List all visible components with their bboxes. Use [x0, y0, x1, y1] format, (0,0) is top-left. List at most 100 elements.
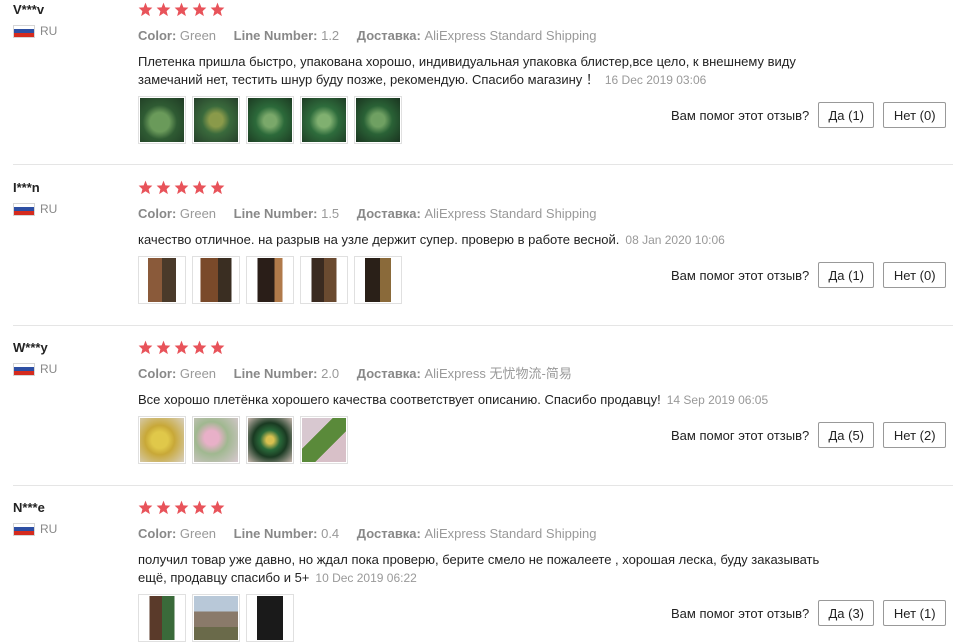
review-photo[interactable]	[300, 416, 348, 464]
reviewer-country: RU	[13, 202, 123, 216]
color-value: Green	[179, 206, 217, 221]
shipping-value: AliExpress Standard Shipping	[424, 28, 597, 43]
helpful-no-button[interactable]: Нет (0)	[883, 262, 947, 288]
review-photos	[138, 256, 402, 304]
helpful-question: Вам помог этот отзыв?	[671, 427, 810, 443]
product-attributes: Color: Green Line Number: 2.0 Доставка: …	[138, 366, 838, 382]
line-number-value: 0.4	[321, 526, 340, 541]
product-attributes: Color: Green Line Number: 0.4 Доставка: …	[138, 526, 838, 542]
star-icon	[210, 2, 225, 17]
review-photo[interactable]	[138, 594, 186, 642]
helpful-vote: Вам помог этот отзыв? Да (5) Нет (2)	[671, 422, 947, 448]
color-label: Color:	[138, 526, 177, 541]
helpful-yes-button[interactable]: Да (3)	[818, 600, 875, 626]
review-photo[interactable]	[138, 96, 186, 144]
russia-flag-icon	[13, 202, 35, 216]
color-label: Color:	[138, 206, 177, 221]
star-icon	[138, 340, 153, 355]
shipping-value: AliExpress Standard Shipping	[424, 526, 597, 541]
star-icon	[156, 500, 171, 515]
shipping-value: AliExpress 无忧物流-简易	[424, 366, 572, 381]
product-attributes: Color: Green Line Number: 1.2 Доставка: …	[138, 28, 838, 44]
review-text: Все хорошо плетёнка хорошего качества со…	[138, 391, 828, 409]
review-photo[interactable]	[192, 96, 240, 144]
star-icon	[138, 500, 153, 515]
star-icon	[192, 180, 207, 195]
russia-flag-icon	[13, 362, 35, 376]
review-divider	[13, 485, 953, 486]
star-icon	[192, 2, 207, 17]
color-value: Green	[179, 28, 217, 43]
star-icon	[210, 340, 225, 355]
reviewer-name: V***v	[13, 2, 45, 17]
review-body: получил товар уже давно, но ждал пока пр…	[138, 552, 820, 585]
color-value: Green	[179, 526, 217, 541]
reviewer-info: V***v RU	[13, 2, 123, 38]
review-date: 16 Dec 2019 03:06	[604, 73, 707, 87]
reviewer-name: I***n	[13, 180, 40, 195]
review-photo[interactable]	[246, 96, 294, 144]
shipping-label: Доставка:	[356, 28, 421, 43]
review-date: 14 Sep 2019 06:05	[666, 393, 769, 407]
country-code: RU	[40, 202, 58, 216]
line-number-label: Line Number:	[233, 526, 318, 541]
reviewer-country: RU	[13, 522, 123, 536]
line-number-value: 1.2	[321, 28, 340, 43]
star-icon	[192, 500, 207, 515]
review-photo[interactable]	[192, 416, 240, 464]
line-number-value: 2.0	[321, 366, 340, 381]
helpful-yes-button[interactable]: Да (5)	[818, 422, 875, 448]
russia-flag-icon	[13, 522, 35, 536]
color-value: Green	[179, 366, 217, 381]
star-icon	[156, 340, 171, 355]
helpful-question: Вам помог этот отзыв?	[671, 267, 810, 283]
review-divider	[13, 164, 953, 165]
helpful-vote: Вам помог этот отзыв? Да (1) Нет (0)	[671, 262, 947, 288]
color-label: Color:	[138, 28, 177, 43]
review-content: Color: Green Line Number: 1.5 Доставка: …	[138, 180, 838, 249]
russia-flag-icon	[13, 24, 35, 38]
review-photo[interactable]	[300, 96, 348, 144]
reviewer-country: RU	[13, 24, 123, 38]
review-body: Все хорошо плетёнка хорошего качества со…	[138, 392, 661, 407]
shipping-value: AliExpress Standard Shipping	[424, 206, 597, 221]
line-number-value: 1.5	[321, 206, 340, 221]
star-icon	[138, 2, 153, 17]
star-icon	[138, 180, 153, 195]
star-icon	[156, 2, 171, 17]
review-photo[interactable]	[246, 416, 294, 464]
country-code: RU	[40, 24, 58, 38]
star-icon	[156, 180, 171, 195]
review-text: Плетенка пришла быстро, упакована хорошо…	[138, 53, 828, 89]
review-photo[interactable]	[192, 256, 240, 304]
line-number-label: Line Number:	[233, 206, 318, 221]
helpful-question: Вам помог этот отзыв?	[671, 107, 810, 123]
review-date: 08 Jan 2020 10:06	[625, 233, 725, 247]
review-photo[interactable]	[138, 256, 186, 304]
star-rating	[138, 180, 838, 196]
review-photos	[138, 594, 294, 642]
review-photo[interactable]	[300, 256, 348, 304]
helpful-no-button[interactable]: Нет (2)	[883, 422, 947, 448]
star-icon	[174, 500, 189, 515]
helpful-no-button[interactable]: Нет (0)	[883, 102, 947, 128]
review-photo[interactable]	[246, 594, 294, 642]
helpful-yes-button[interactable]: Да (1)	[818, 102, 875, 128]
reviewer-info: I***n RU	[13, 180, 123, 216]
star-icon	[174, 2, 189, 17]
review-date: 10 Dec 2019 06:22	[315, 571, 417, 585]
helpful-question: Вам помог этот отзыв?	[671, 605, 810, 621]
line-number-label: Line Number:	[233, 28, 318, 43]
review-text: качество отличное. на разрыв на узле дер…	[138, 231, 828, 249]
review-photo[interactable]	[138, 416, 186, 464]
helpful-yes-button[interactable]: Да (1)	[818, 262, 875, 288]
review-photo[interactable]	[192, 594, 240, 642]
review-content: Color: Green Line Number: 2.0 Доставка: …	[138, 340, 838, 409]
review-photo[interactable]	[354, 96, 402, 144]
review-photo[interactable]	[246, 256, 294, 304]
reviewer-country: RU	[13, 362, 123, 376]
shipping-label: Доставка:	[356, 366, 421, 381]
helpful-no-button[interactable]: Нет (1)	[883, 600, 947, 626]
review-photo[interactable]	[354, 256, 402, 304]
star-icon	[210, 500, 225, 515]
